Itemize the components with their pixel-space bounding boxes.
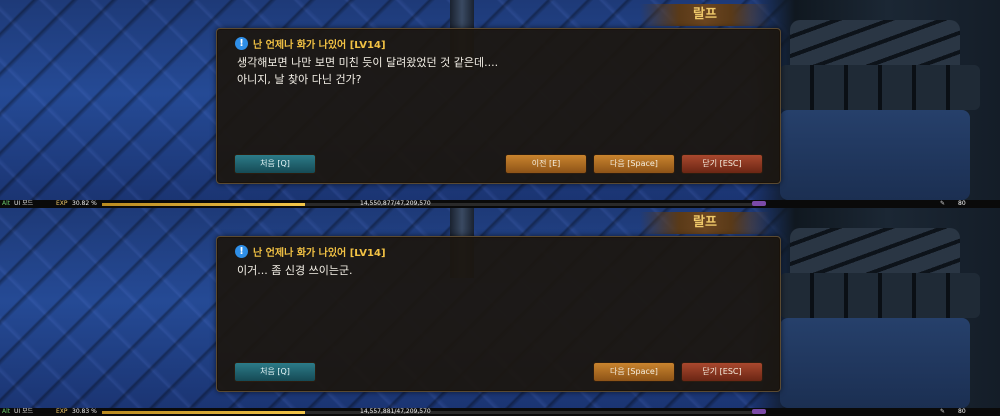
npc-name-plate: 랄프 bbox=[640, 212, 770, 234]
npc-legs bbox=[780, 318, 970, 408]
npc-character bbox=[750, 0, 1000, 200]
close-button[interactable]: 닫기 [ESC] bbox=[681, 362, 763, 382]
dialogue-box: ! 난 언제나 화가 나있어 [LV14] 생각해보면 나만 보면 미친 듯이 … bbox=[216, 28, 781, 184]
info-circle-icon: ! bbox=[235, 244, 248, 258]
quick-slot-indicator bbox=[752, 201, 766, 206]
exp-bar bbox=[102, 203, 762, 206]
close-button[interactable]: 닫기 [ESC] bbox=[681, 154, 763, 174]
level-value: 80 bbox=[958, 200, 966, 207]
level-value: 80 bbox=[958, 408, 966, 415]
exp-bar-fill bbox=[102, 411, 306, 414]
alt-key-label: Alt bbox=[2, 200, 11, 207]
quest-title-text: 난 언제나 화가 나있어 [LV14] bbox=[253, 39, 386, 51]
npc-character bbox=[750, 208, 1000, 408]
exp-value: 14,557,881/47,209,570 bbox=[360, 408, 431, 415]
first-button[interactable]: 처음 [Q] bbox=[234, 154, 316, 174]
dialogue-box: ! 난 언제나 화가 나있어 [LV14] 이거... 좀 신경 쓰이는군. 처… bbox=[216, 236, 781, 392]
exp-label: EXP bbox=[56, 200, 68, 207]
screenshot-frame-2: 랄프 ! 난 언제나 화가 나있어 [LV14] 이거... 좀 신경 쓰이는군… bbox=[0, 208, 1000, 416]
info-circle-icon: ! bbox=[235, 36, 248, 50]
status-bar: Alt UI 모드 EXP 30.83 % 14,557,881/47,209,… bbox=[0, 408, 1000, 416]
level-icon: ✎ bbox=[940, 408, 946, 415]
npc-belt bbox=[780, 65, 980, 110]
prev-button[interactable]: 이전 [E] bbox=[505, 154, 587, 174]
exp-percent: 30.83 % bbox=[72, 408, 97, 415]
next-button[interactable]: 다음 [Space] bbox=[593, 154, 675, 174]
npc-name-plate: 랄프 bbox=[640, 4, 770, 26]
screenshot-frame-1: 랄프 ! 난 언제나 화가 나있어 [LV14] 생각해보면 나만 보면 미친 … bbox=[0, 0, 1000, 208]
npc-legs bbox=[780, 110, 970, 200]
ui-mode-toggle[interactable]: UI 모드 bbox=[14, 200, 33, 208]
dialogue-line-1: 이거... 좀 신경 쓰이는군. bbox=[237, 264, 353, 277]
first-button[interactable]: 처음 [Q] bbox=[234, 362, 316, 382]
quick-slot-indicator bbox=[752, 409, 766, 414]
exp-bar-fill bbox=[102, 203, 306, 206]
npc-belt bbox=[780, 273, 980, 318]
alt-key-label: Alt bbox=[2, 408, 11, 415]
quest-title: ! 난 언제나 화가 나있어 [LV14] bbox=[235, 242, 386, 260]
status-bar: Alt UI 모드 EXP 30.82 % 14,550,877/47,209,… bbox=[0, 200, 1000, 208]
exp-label: EXP bbox=[56, 408, 68, 415]
quest-title-text: 난 언제나 화가 나있어 [LV14] bbox=[253, 247, 386, 259]
level-icon: ✎ bbox=[940, 200, 946, 207]
dialogue-line-1: 생각해보면 나만 보면 미친 듯이 달려왔었던 것 같은데.... bbox=[237, 56, 499, 69]
ui-mode-toggle[interactable]: UI 모드 bbox=[14, 408, 33, 416]
exp-bar bbox=[102, 411, 762, 414]
exp-percent: 30.82 % bbox=[72, 200, 97, 207]
dialogue-line-2: 아니지, 날 찾아 다닌 건가? bbox=[237, 73, 362, 86]
quest-title: ! 난 언제나 화가 나있어 [LV14] bbox=[235, 34, 386, 52]
next-button[interactable]: 다음 [Space] bbox=[593, 362, 675, 382]
exp-value: 14,550,877/47,209,570 bbox=[360, 200, 431, 207]
